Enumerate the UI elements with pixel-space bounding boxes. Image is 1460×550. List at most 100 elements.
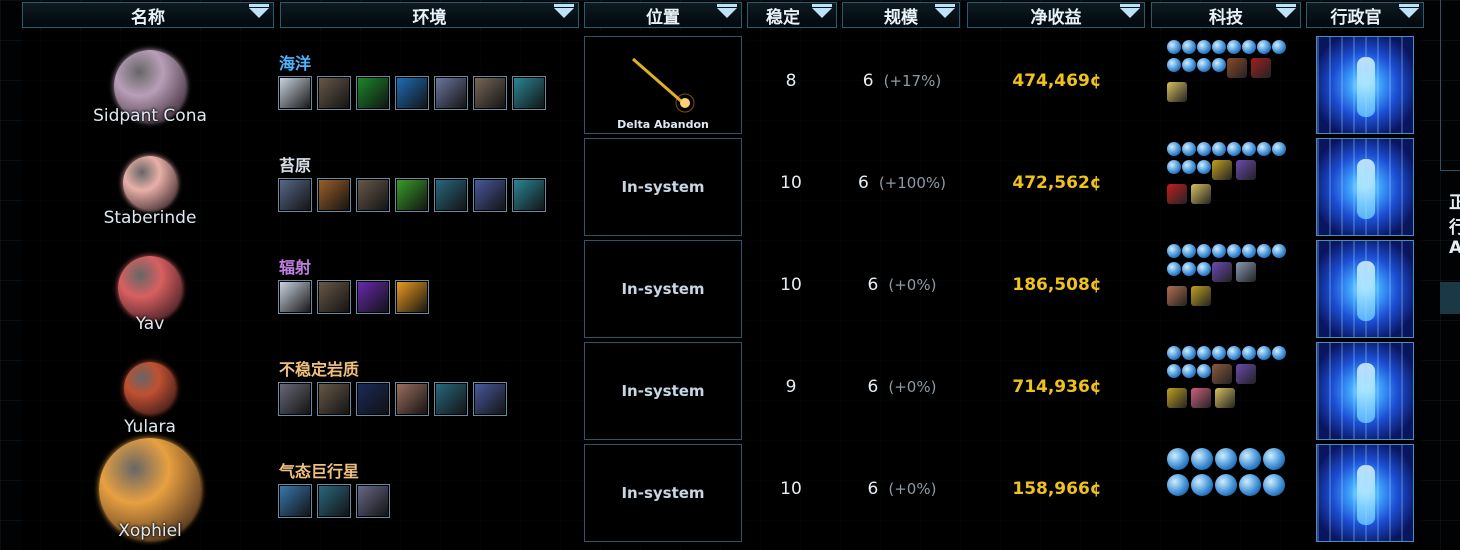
environment-feature-icon[interactable] (317, 76, 351, 110)
tech-orb-icon[interactable] (1191, 474, 1213, 496)
location-cell[interactable]: In-system (584, 240, 742, 338)
environment-feature-icon[interactable] (395, 178, 429, 212)
tech-orb-icon[interactable] (1242, 142, 1256, 156)
tech-orb-icon[interactable] (1167, 160, 1181, 174)
planet-cell[interactable]: Xophiel (22, 438, 278, 541)
tech-item-icon[interactable] (1236, 160, 1256, 180)
planet-cell[interactable]: Yulara (22, 336, 278, 438)
environment-feature-icon[interactable] (473, 178, 507, 212)
environment-feature-icon[interactable] (434, 178, 468, 212)
tech-orb-icon[interactable] (1191, 448, 1213, 470)
tech-item-icon[interactable] (1227, 58, 1247, 78)
tech-orb-icon[interactable] (1212, 40, 1226, 54)
side-panel-tab[interactable] (1440, 282, 1460, 314)
environment-feature-icon[interactable] (473, 382, 507, 416)
tech-orb-icon[interactable] (1272, 346, 1286, 360)
tech-item-icon[interactable] (1236, 262, 1256, 282)
tech-item-icon[interactable] (1212, 160, 1232, 180)
environment-feature-icon[interactable] (356, 484, 390, 518)
tech-orb-icon[interactable] (1242, 40, 1256, 54)
environment-feature-icon[interactable] (317, 382, 351, 416)
tech-orb-icon[interactable] (1197, 262, 1211, 276)
tech-orb-icon[interactable] (1182, 346, 1196, 360)
environment-feature-icon[interactable] (278, 280, 312, 314)
tech-orb-icon[interactable] (1212, 58, 1226, 72)
tech-orb-icon[interactable] (1167, 262, 1181, 276)
administrator-portrait[interactable] (1316, 36, 1414, 134)
tech-orb-icon[interactable] (1212, 142, 1226, 156)
tech-orb-icon[interactable] (1272, 142, 1286, 156)
sort-dropdown-icon[interactable] (717, 4, 737, 18)
tech-orb-icon[interactable] (1167, 448, 1189, 470)
table-row[interactable]: Yav 辐射 In-system 10 6 (+0%) 186,508¢ (22, 234, 1422, 338)
tech-orb-icon[interactable] (1197, 364, 1211, 378)
tech-item-icon[interactable] (1251, 58, 1271, 78)
tech-item-icon[interactable] (1167, 82, 1187, 102)
sort-dropdown-icon[interactable] (1276, 4, 1296, 18)
location-cell[interactable]: In-system (584, 444, 742, 542)
column-header-env[interactable]: 环境 (280, 2, 579, 28)
planet-cell[interactable]: Staberinde (22, 132, 278, 234)
administrator-portrait[interactable] (1316, 240, 1414, 338)
environment-feature-icon[interactable] (317, 178, 351, 212)
location-cell[interactable]: In-system (584, 138, 742, 236)
tech-orb-icon[interactable] (1263, 474, 1285, 496)
tech-orb-icon[interactable] (1182, 142, 1196, 156)
tech-item-icon[interactable] (1167, 286, 1187, 306)
tech-orb-icon[interactable] (1167, 474, 1189, 496)
tech-orb-icon[interactable] (1242, 346, 1256, 360)
planet-cell[interactable]: Yav (22, 234, 278, 336)
sort-dropdown-icon[interactable] (935, 4, 955, 18)
administrator-portrait[interactable] (1316, 138, 1414, 236)
planet-cell[interactable]: Sidpant Cona (22, 30, 278, 132)
tech-orb-icon[interactable] (1215, 474, 1237, 496)
sort-dropdown-icon[interactable] (554, 4, 574, 18)
administrator-portrait[interactable] (1316, 444, 1414, 542)
administrator-portrait[interactable] (1316, 342, 1414, 440)
tech-item-icon[interactable] (1236, 364, 1256, 384)
sort-dropdown-icon[interactable] (249, 4, 269, 18)
environment-feature-icon[interactable] (434, 76, 468, 110)
tech-orb-icon[interactable] (1257, 244, 1271, 258)
column-header-admin[interactable]: 行政官 (1306, 2, 1424, 28)
tech-orb-icon[interactable] (1257, 346, 1271, 360)
tech-orb-icon[interactable] (1182, 364, 1196, 378)
environment-feature-icon[interactable] (278, 76, 312, 110)
tech-orb-icon[interactable] (1242, 244, 1256, 258)
tech-item-icon[interactable] (1212, 262, 1232, 282)
environment-feature-icon[interactable] (395, 76, 429, 110)
environment-feature-icon[interactable] (473, 76, 507, 110)
location-cell[interactable]: Delta Abandon (584, 36, 742, 134)
tech-orb-icon[interactable] (1227, 40, 1241, 54)
tech-orb-icon[interactable] (1182, 160, 1196, 174)
table-row[interactable]: Sidpant Cona 海洋 Delta Abandon 8 6 (+17%) 474,4… (22, 30, 1422, 134)
tech-item-icon[interactable] (1167, 388, 1187, 408)
tech-orb-icon[interactable] (1197, 346, 1211, 360)
environment-feature-icon[interactable] (356, 382, 390, 416)
tech-orb-icon[interactable] (1167, 142, 1181, 156)
tech-item-icon[interactable] (1215, 388, 1235, 408)
tech-orb-icon[interactable] (1197, 58, 1211, 72)
environment-feature-icon[interactable] (512, 76, 546, 110)
table-row[interactable]: Xophiel 气态巨行星 In-system 10 6 (+0%) 158,966¢ (22, 438, 1422, 542)
tech-item-icon[interactable] (1191, 388, 1211, 408)
tech-item-icon[interactable] (1167, 184, 1187, 204)
environment-feature-icon[interactable] (512, 178, 546, 212)
tech-item-icon[interactable] (1191, 286, 1211, 306)
tech-orb-icon[interactable] (1272, 244, 1286, 258)
environment-feature-icon[interactable] (317, 280, 351, 314)
environment-feature-icon[interactable] (278, 382, 312, 416)
tech-orb-icon[interactable] (1197, 40, 1211, 54)
tech-orb-icon[interactable] (1167, 244, 1181, 258)
column-header-tech[interactable]: 科技 (1151, 2, 1301, 28)
tech-orb-icon[interactable] (1212, 244, 1226, 258)
tech-orb-icon[interactable] (1212, 346, 1226, 360)
tech-orb-icon[interactable] (1257, 40, 1271, 54)
sort-dropdown-icon[interactable] (1399, 4, 1419, 18)
tech-orb-icon[interactable] (1227, 142, 1241, 156)
environment-feature-icon[interactable] (278, 178, 312, 212)
tech-orb-icon[interactable] (1197, 160, 1211, 174)
tech-orb-icon[interactable] (1239, 448, 1261, 470)
environment-feature-icon[interactable] (395, 382, 429, 416)
sort-dropdown-icon[interactable] (812, 4, 832, 18)
